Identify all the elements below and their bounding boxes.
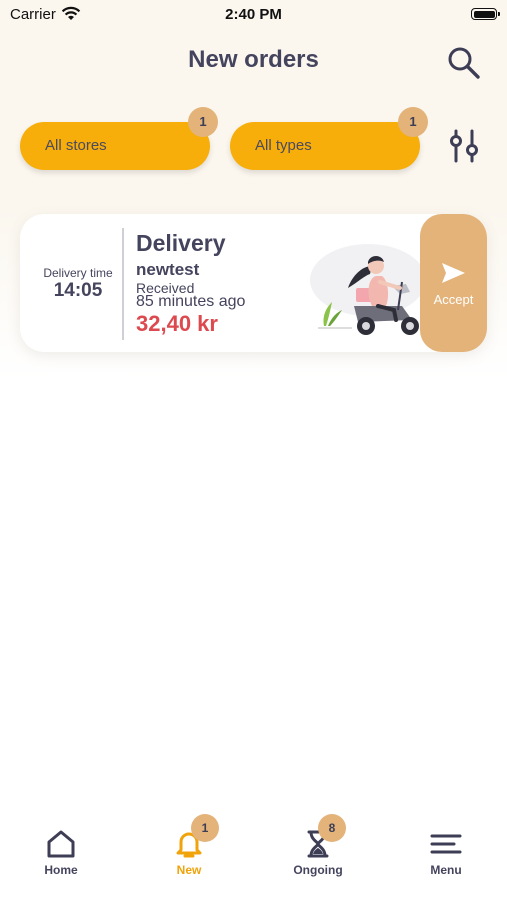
search-icon[interactable] — [444, 44, 482, 82]
tab-new-label: New — [176, 863, 202, 877]
delivery-time-label: Delivery time — [43, 266, 113, 280]
tab-home-label: Home — [44, 863, 78, 877]
tab-menu-label: Menu — [430, 863, 462, 877]
type-filter-button[interactable]: All types 1 — [230, 107, 428, 170]
order-type: Delivery — [136, 230, 226, 256]
store-filter-button[interactable]: All stores 1 — [20, 107, 218, 170]
home-icon — [47, 830, 75, 858]
tab-bar: Home 1 New 8 Ongoing Menu — [0, 810, 507, 900]
tab-new[interactable]: 1 New — [139, 810, 239, 890]
card-divider — [122, 228, 124, 340]
tab-home[interactable]: Home — [11, 810, 111, 890]
menu-icon — [430, 834, 462, 854]
accept-label: Accept — [433, 292, 474, 307]
tab-ongoing-badge: 8 — [318, 814, 346, 842]
customer-name: newtest — [136, 260, 200, 279]
tab-new-badge: 1 — [191, 814, 219, 842]
tab-ongoing-label: Ongoing — [293, 863, 343, 877]
tab-menu[interactable]: Menu — [396, 810, 496, 890]
scooter-rider-illustration — [310, 244, 426, 335]
delivery-time-value: 14:05 — [53, 280, 103, 301]
tab-ongoing[interactable]: 8 Ongoing — [268, 810, 368, 890]
battery-icon — [471, 8, 500, 20]
sliders-icon[interactable] — [446, 128, 482, 164]
status-bar: Carrier 2:40 PM — [0, 0, 507, 30]
type-filter-badge: 1 — [398, 107, 428, 137]
page-title: New orders — [188, 46, 319, 73]
status-time: 2:40 PM — [225, 6, 282, 23]
store-filter-badge: 1 — [188, 107, 218, 137]
store-filter-label: All stores — [45, 137, 107, 154]
order-card[interactable]: Delivery time 14:05 Delivery newtest Rec… — [20, 214, 487, 352]
order-elapsed: 85 minutes ago — [136, 293, 246, 310]
type-filter-label: All types — [255, 137, 312, 154]
order-price: 32,40 kr — [136, 311, 218, 336]
accept-button[interactable]: Accept — [420, 214, 487, 352]
send-icon — [442, 263, 465, 283]
